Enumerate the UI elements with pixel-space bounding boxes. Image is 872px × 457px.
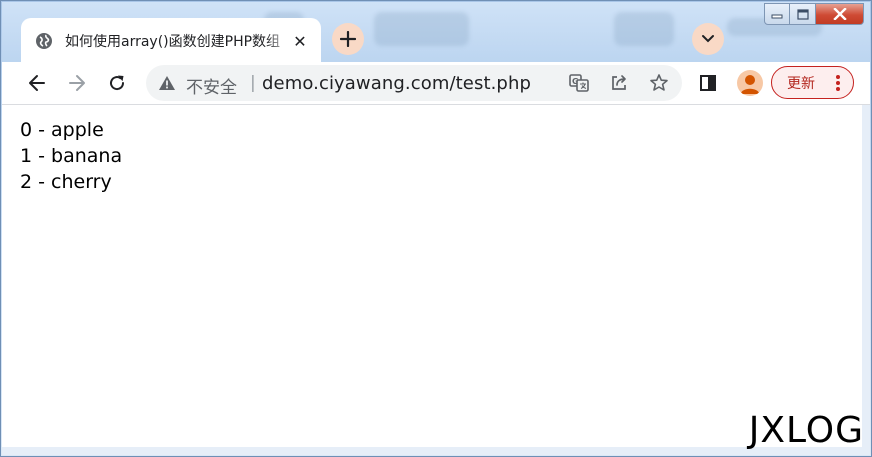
close-icon	[832, 8, 847, 20]
security-status[interactable]: 不安全	[186, 73, 237, 98]
side-panel-button[interactable]	[692, 67, 724, 99]
output-lines: 0 - apple 1 - banana 2 - cherry	[20, 117, 122, 195]
update-button[interactable]: 更新	[771, 66, 854, 99]
side-panel-icon	[700, 75, 716, 91]
blurred-background-shape	[374, 12, 469, 46]
person-icon	[740, 75, 760, 94]
bookmark-star-icon[interactable]	[647, 71, 671, 95]
output-line: 1 - banana	[20, 145, 123, 167]
tab-search-button[interactable]	[692, 23, 724, 55]
address-bar[interactable]: 不安全 | demo.ciyawang.com/test.php G	[146, 65, 682, 101]
close-tab-icon[interactable]: ✕	[289, 30, 311, 52]
active-tab[interactable]: 如何使用array()函数创建PHP数组 ✕	[21, 18, 321, 63]
address-separator: |	[250, 73, 256, 93]
minimize-icon	[771, 14, 783, 19]
translate-icon[interactable]: G	[567, 71, 591, 95]
tab-title: 如何使用array()函数创建PHP数组	[65, 33, 281, 50]
plus-icon	[340, 31, 356, 47]
share-icon[interactable]	[607, 71, 631, 95]
back-button[interactable]	[21, 67, 53, 99]
back-arrow-icon	[29, 75, 45, 91]
watermark: JXLOG	[748, 410, 864, 451]
output-line: 0 - apple	[20, 119, 104, 141]
forward-arrow-icon	[69, 75, 85, 91]
window-bottom-edge	[2, 447, 870, 455]
blurred-background-shape	[614, 12, 674, 46]
profile-avatar[interactable]	[737, 70, 763, 96]
url-text[interactable]: demo.ciyawang.com/test.php	[262, 73, 531, 94]
maximize-button[interactable]	[790, 3, 816, 25]
browser-toolbar: 不安全 | demo.ciyawang.com/test.php G 更新	[2, 62, 870, 105]
browser-window: 如何使用array()函数创建PHP数组 ✕ 不安全 | demo.ciyawa…	[0, 0, 872, 457]
window-right-edge	[862, 105, 870, 447]
maximize-icon	[796, 8, 809, 20]
globe-icon	[35, 32, 53, 50]
reload-icon	[110, 75, 125, 91]
reload-button[interactable]	[101, 67, 133, 99]
tab-strip: 如何使用array()函数创建PHP数组 ✕	[2, 2, 870, 63]
close-window-button[interactable]	[816, 3, 864, 25]
output-line: 2 - cherry	[20, 171, 112, 193]
minimize-button[interactable]	[764, 3, 790, 25]
page-content: 0 - apple 1 - banana 2 - cherry	[2, 105, 862, 447]
warning-triangle-icon[interactable]	[158, 74, 176, 96]
forward-button[interactable]	[61, 67, 93, 99]
new-tab-button[interactable]	[332, 23, 364, 55]
update-label: 更新	[787, 75, 815, 92]
window-controls	[764, 3, 864, 27]
more-vert-icon	[835, 74, 841, 96]
chevron-down-icon	[702, 35, 714, 43]
